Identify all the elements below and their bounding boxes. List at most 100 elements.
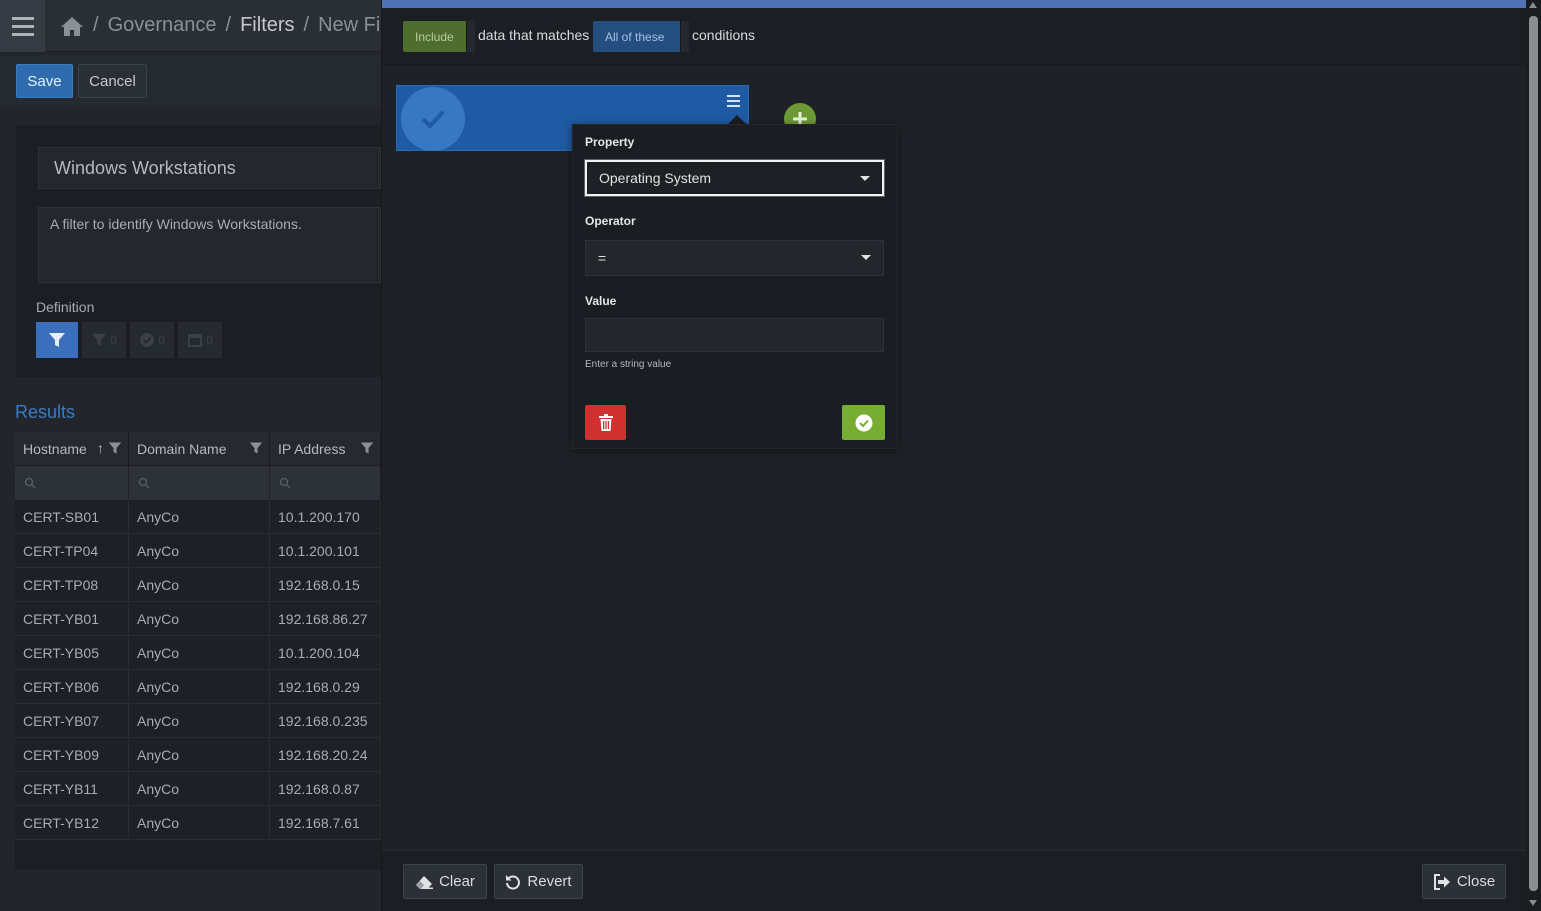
- save-button[interactable]: Save: [16, 64, 73, 98]
- domain-cell: AnyCo: [129, 670, 270, 704]
- condition-text: conditions: [692, 27, 756, 43]
- home-icon[interactable]: [60, 15, 84, 37]
- ip-search-input[interactable]: [270, 466, 381, 500]
- sort-ascending-icon[interactable]: ↑: [97, 440, 104, 456]
- breadcrumb-new-filter: New Fil: [318, 14, 385, 36]
- include-label: Include: [415, 29, 454, 44]
- close-button[interactable]: Close: [1422, 864, 1506, 899]
- ip-cell: 192.168.0.15: [270, 568, 381, 602]
- column-hostname[interactable]: Hostname ↑: [15, 432, 129, 466]
- property-value: Operating System: [599, 170, 712, 186]
- definition-label: Definition: [36, 299, 95, 315]
- domain-cell: AnyCo: [129, 738, 270, 772]
- include-toggle[interactable]: Include: [403, 21, 475, 52]
- condition-text: data that matches: [478, 27, 590, 43]
- table-row[interactable]: CERT-YB05 AnyCo 10.1.200.104: [15, 636, 381, 670]
- ip-cell: 10.1.200.170: [270, 500, 381, 534]
- tab-filter[interactable]: [36, 322, 78, 358]
- breadcrumb-filters[interactable]: Filters: [240, 14, 294, 37]
- table-row[interactable]: CERT-YB06 AnyCo 192.168.0.29: [15, 670, 381, 704]
- hostname-cell: CERT-YB12: [15, 806, 129, 840]
- ip-cell: 192.168.7.61: [270, 806, 381, 840]
- top-bar: / Governance / Filters / New Fil: [0, 0, 385, 52]
- clear-label: Clear: [439, 873, 475, 890]
- table-row[interactable]: CERT-SB01 AnyCo 10.1.200.170: [15, 500, 381, 534]
- search-icon: [138, 477, 150, 489]
- column-domain-name[interactable]: Domain Name: [129, 432, 270, 466]
- hostname-cell: CERT-YB07: [15, 704, 129, 738]
- match-mode-label: All of these: [605, 29, 665, 44]
- rule-editor-popover: Property Operating System Operator = Val…: [572, 124, 898, 449]
- value-input[interactable]: [585, 318, 884, 352]
- domain-cell: AnyCo: [129, 500, 270, 534]
- clear-button[interactable]: Clear: [403, 864, 487, 899]
- revert-button[interactable]: Revert: [494, 864, 583, 899]
- grid-body: CERT-SB01 AnyCo 10.1.200.170 CERT-TP04 AnyCo…: [15, 500, 381, 840]
- undo-icon: [506, 874, 521, 889]
- value-label: Value: [585, 294, 617, 308]
- hostname-cell: CERT-YB09: [15, 738, 129, 772]
- hostname-cell: CERT-TP04: [15, 534, 129, 568]
- filter-name-field[interactable]: Windows Workstations: [38, 147, 381, 189]
- table-row[interactable]: CERT-YB07 AnyCo 192.168.0.235: [15, 704, 381, 738]
- column-filter-icon[interactable]: [249, 441, 263, 455]
- filter-icon: [49, 333, 65, 347]
- breadcrumb: / Governance / Filters / New Fil: [60, 14, 385, 37]
- operator-select[interactable]: =: [585, 240, 884, 276]
- column-filter-icon[interactable]: [360, 441, 374, 455]
- delete-rule-button[interactable]: [585, 405, 626, 440]
- filter-editor-panel: Include data that matches All of these c…: [381, 0, 1527, 911]
- tab-count: 0: [206, 333, 213, 347]
- tab-filter-count[interactable]: 0: [82, 322, 126, 358]
- hostname-search-input[interactable]: [15, 466, 129, 500]
- breadcrumb-separator: /: [225, 14, 232, 36]
- menu-icon[interactable]: [0, 0, 45, 52]
- grid-header: Hostname ↑ Domain Name IP Address: [15, 432, 381, 466]
- tab-count: 0: [110, 333, 117, 347]
- domain-cell: AnyCo: [129, 772, 270, 806]
- definition-tabs: 0 0 0: [36, 322, 222, 358]
- column-label: IP Address: [278, 441, 346, 457]
- filter-description-field[interactable]: A filter to identify Windows Workstation…: [38, 207, 381, 283]
- property-label: Property: [585, 135, 635, 149]
- column-filter-icon[interactable]: [108, 441, 122, 455]
- value-hint: Enter a string value: [585, 359, 672, 370]
- cancel-button[interactable]: Cancel: [78, 64, 147, 98]
- tab-schedule-count[interactable]: 0: [178, 322, 222, 358]
- search-icon: [24, 477, 36, 489]
- scroll-up-icon[interactable]: [1529, 2, 1537, 8]
- confirm-rule-button[interactable]: [842, 405, 885, 440]
- table-row[interactable]: CERT-YB11 AnyCo 192.168.0.87: [15, 772, 381, 806]
- panel-footer: Clear Revert Close: [382, 850, 1527, 911]
- hostname-cell: CERT-TP08: [15, 568, 129, 602]
- panel-accent-bar: [382, 0, 1527, 8]
- scroll-down-icon[interactable]: [1529, 900, 1537, 906]
- domain-cell: AnyCo: [129, 806, 270, 840]
- match-mode-toggle[interactable]: All of these: [593, 21, 689, 52]
- tab-checks-count[interactable]: 0: [130, 322, 174, 358]
- sign-out-icon: [1433, 873, 1450, 890]
- ip-cell: 192.168.0.29: [270, 670, 381, 704]
- breadcrumb-governance[interactable]: Governance: [108, 14, 217, 37]
- ip-cell: 10.1.200.104: [270, 636, 381, 670]
- breadcrumb-separator: /: [93, 14, 99, 36]
- scrollbar[interactable]: [1526, 0, 1541, 911]
- revert-label: Revert: [527, 873, 572, 890]
- ip-cell: 192.168.20.24: [270, 738, 381, 772]
- table-row[interactable]: CERT-TP04 AnyCo 10.1.200.101: [15, 534, 381, 568]
- condition-bar: Include data that matches All of these c…: [382, 8, 1527, 65]
- table-row[interactable]: CERT-YB09 AnyCo 192.168.20.24: [15, 738, 381, 772]
- domain-search-input[interactable]: [129, 466, 270, 500]
- calendar-icon: [188, 334, 203, 347]
- check-circle-icon: [140, 333, 155, 347]
- table-row[interactable]: CERT-YB01 AnyCo 192.168.86.27: [15, 602, 381, 636]
- domain-cell: AnyCo: [129, 568, 270, 602]
- column-ip-address[interactable]: IP Address: [270, 432, 381, 466]
- rule-menu-icon[interactable]: [727, 95, 741, 107]
- table-row[interactable]: CERT-TP08 AnyCo 192.168.0.15: [15, 568, 381, 602]
- table-row[interactable]: CERT-YB12 AnyCo 192.168.7.61: [15, 806, 381, 840]
- scroll-thumb[interactable]: [1529, 16, 1538, 891]
- hostname-cell: CERT-YB01: [15, 602, 129, 636]
- operator-label: Operator: [585, 214, 636, 228]
- property-select[interactable]: Operating System: [585, 160, 884, 196]
